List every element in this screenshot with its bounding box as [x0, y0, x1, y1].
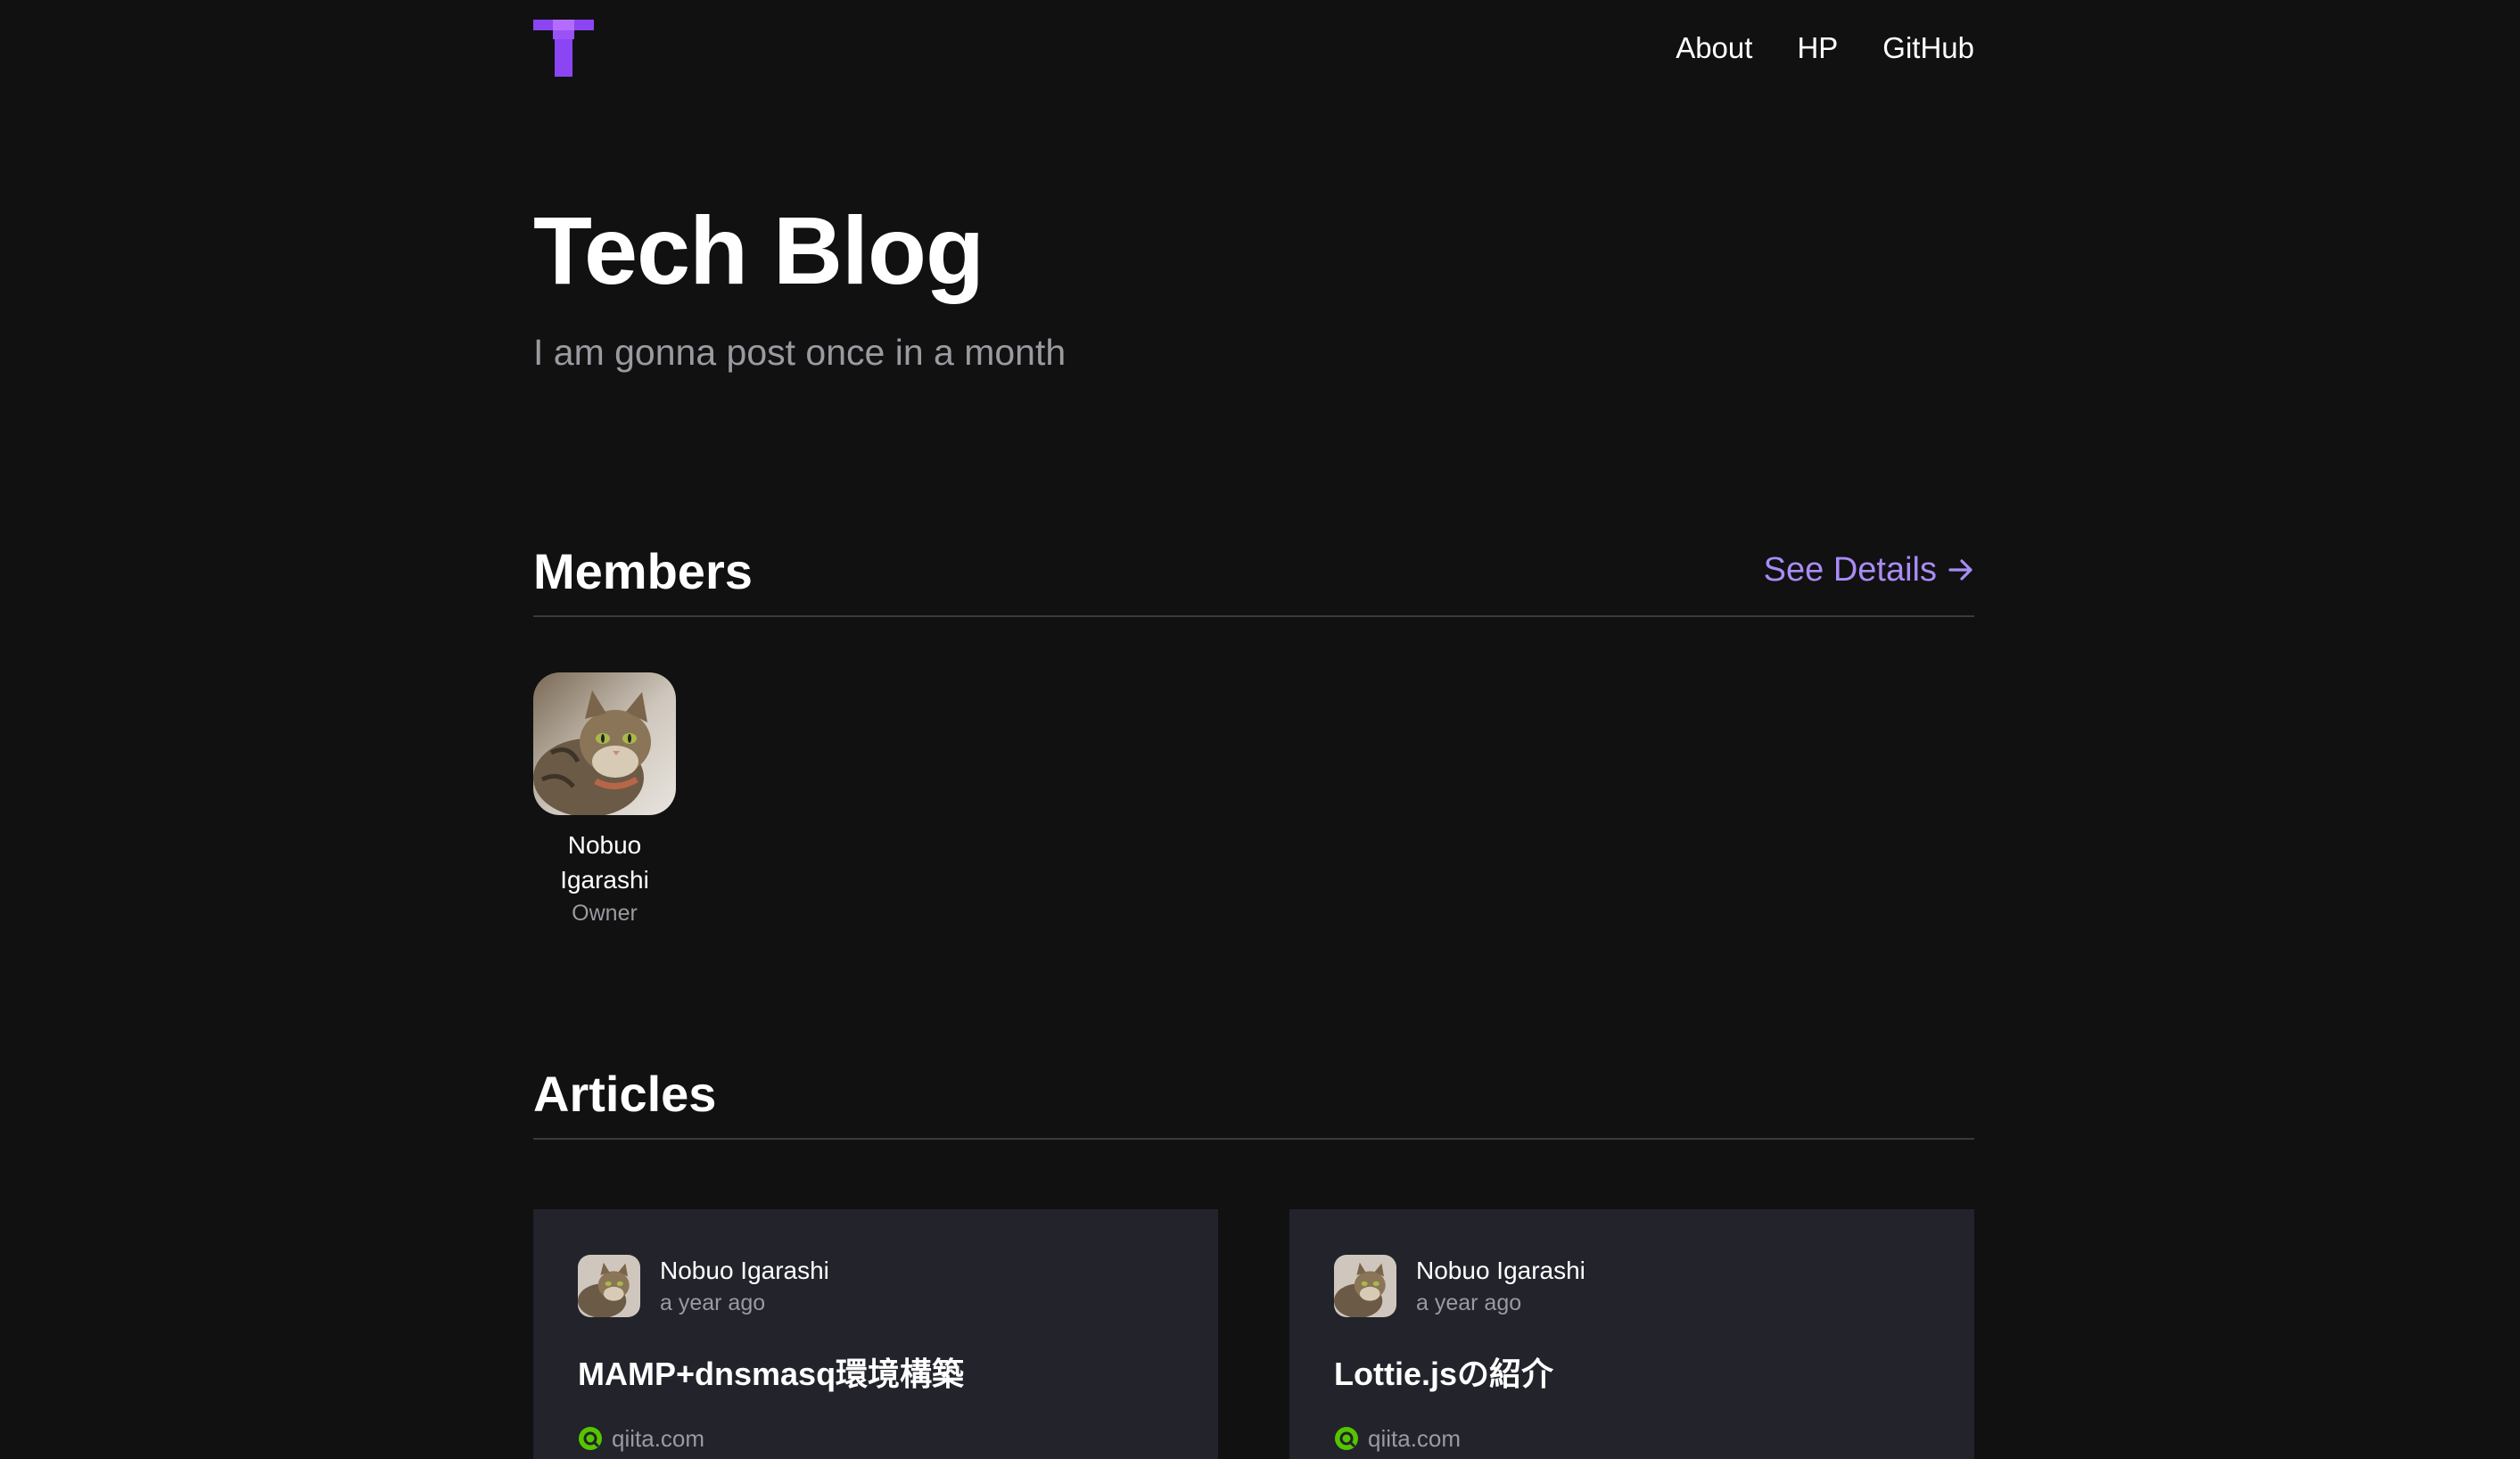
cat-avatar-icon: [533, 672, 676, 815]
article-time: a year ago: [660, 1290, 766, 1315]
nav-hp-link[interactable]: HP: [1797, 27, 1838, 70]
nav-github-link[interactable]: GitHub: [1882, 27, 1974, 70]
main-nav: About HP GitHub: [1676, 27, 1974, 70]
article-source: qiita.com: [578, 1423, 704, 1454]
member-name: Nobuo Igarashi: [560, 831, 649, 894]
nav-about-link[interactable]: About: [1676, 27, 1752, 70]
members-section-header: Members See Details: [533, 535, 1974, 617]
arrow-right-icon: [1948, 559, 1972, 581]
article-author-name: Nobuo Igarashi: [660, 1257, 829, 1284]
article-time: a year ago: [1416, 1290, 1522, 1315]
article-title[interactable]: MAMP+dnsmasq環境構築: [578, 1352, 964, 1397]
article-author: Nobuo Igarashi a year ago: [578, 1254, 829, 1318]
article-source: qiita.com: [1334, 1423, 1461, 1454]
see-details-link[interactable]: See Details: [1764, 548, 1974, 592]
article-source-label: qiita.com: [612, 1425, 705, 1452]
article-title[interactable]: Lottie.jsの紹介: [1334, 1352, 1553, 1397]
logo-icon[interactable]: [533, 20, 594, 77]
see-details-label: See Details: [1763, 551, 1937, 589]
qiita-icon: [1335, 1427, 1358, 1450]
article-author: Nobuo Igarashi a year ago: [1334, 1254, 1585, 1318]
article-card[interactable]: Nobuo Igarashi a year ago MAMP+dnsmasq環境…: [533, 1209, 1218, 1459]
articles-list: Nobuo Igarashi a year ago MAMP+dnsmasq環境…: [533, 1209, 1974, 1459]
qiita-icon: [579, 1427, 602, 1450]
article-card[interactable]: Nobuo Igarashi a year ago Lottie.jsの紹介 q…: [1289, 1209, 1974, 1459]
page-subtitle: I am gonna post once in a month: [533, 332, 1066, 373]
page: About HP GitHub Tech Blog I am gonna pos…: [0, 0, 2520, 1459]
articles-section-header: Articles: [533, 1058, 1974, 1140]
member-card[interactable]: Nobuo Igarashi Owner: [533, 672, 676, 929]
articles-heading: Articles: [533, 1066, 717, 1122]
site-header: About HP GitHub: [533, 0, 1974, 98]
members-heading: Members: [533, 543, 753, 599]
member-role: Owner: [572, 901, 638, 926]
article-author-name: Nobuo Igarashi: [1416, 1257, 1585, 1284]
cat-avatar-icon: [1334, 1255, 1396, 1317]
page-title: Tech Blog: [533, 196, 984, 304]
cat-avatar-icon: [578, 1255, 640, 1317]
article-source-label: qiita.com: [1368, 1425, 1462, 1452]
